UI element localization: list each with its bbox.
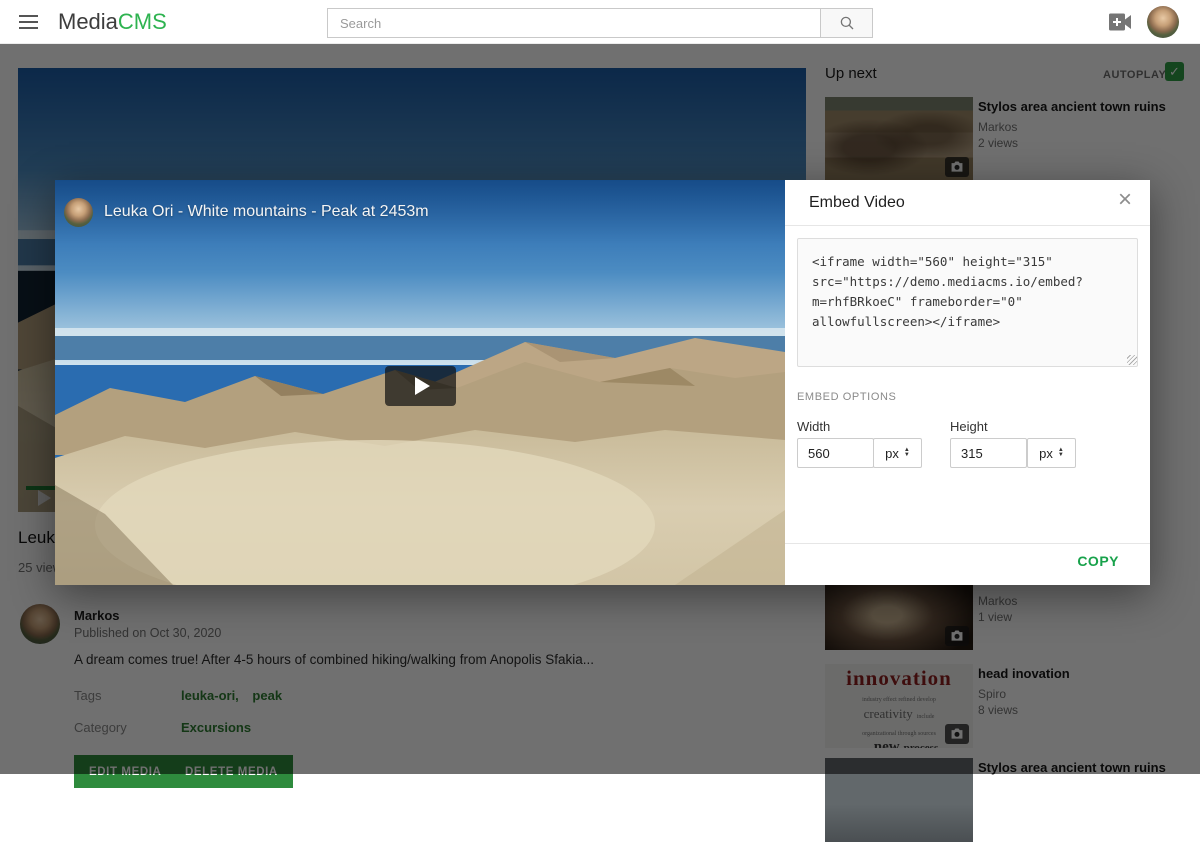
stepper-arrows-icon: ▲▼ — [904, 448, 910, 458]
width-unit-value: px — [885, 446, 899, 461]
close-icon[interactable]: × — [1118, 188, 1132, 212]
play-button[interactable] — [385, 366, 456, 406]
logo-media-text: Media — [58, 9, 118, 34]
search-bar — [327, 8, 873, 38]
upload-video-icon[interactable] — [1108, 13, 1132, 31]
embed-options-panel: Embed Video × <iframe width="560" height… — [785, 180, 1150, 585]
search-input[interactable] — [327, 8, 821, 38]
width-input[interactable] — [797, 438, 874, 468]
logo[interactable]: MediaCMS — [58, 9, 167, 35]
embed-preview-player[interactable]: Leuka Ori - White mountains - Peak at 24… — [55, 180, 785, 585]
divider — [785, 543, 1150, 544]
height-unit-value: px — [1039, 446, 1053, 461]
search-icon — [838, 14, 856, 32]
play-icon — [415, 377, 430, 395]
logo-cms-text: CMS — [118, 9, 167, 34]
preview-video-title: Leuka Ori - White mountains - Peak at 24… — [104, 203, 429, 221]
preview-author-avatar[interactable] — [64, 198, 93, 227]
embed-video-modal: Leuka Ori - White mountains - Peak at 24… — [55, 180, 1150, 585]
stepper-arrows-icon: ▲▼ — [1058, 448, 1064, 458]
embed-options-label: EMBED OPTIONS — [797, 391, 896, 403]
preview-title-bar: Leuka Ori - White mountains - Peak at 24… — [55, 180, 785, 244]
menu-icon[interactable] — [19, 15, 38, 29]
divider — [785, 225, 1150, 226]
top-navbar: MediaCMS — [0, 0, 1200, 44]
height-unit-select[interactable]: px ▲▼ — [1027, 438, 1076, 468]
search-button[interactable] — [820, 8, 873, 38]
user-avatar[interactable] — [1147, 6, 1179, 38]
width-unit-select[interactable]: px ▲▼ — [873, 438, 922, 468]
height-label: Height — [950, 419, 988, 434]
modal-title: Embed Video — [809, 194, 905, 212]
copy-button[interactable]: COPY — [1077, 553, 1119, 569]
embed-code-textarea[interactable]: <iframe width="560" height="315" src="ht… — [797, 238, 1138, 367]
height-input[interactable] — [950, 438, 1027, 468]
width-label: Width — [797, 419, 830, 434]
